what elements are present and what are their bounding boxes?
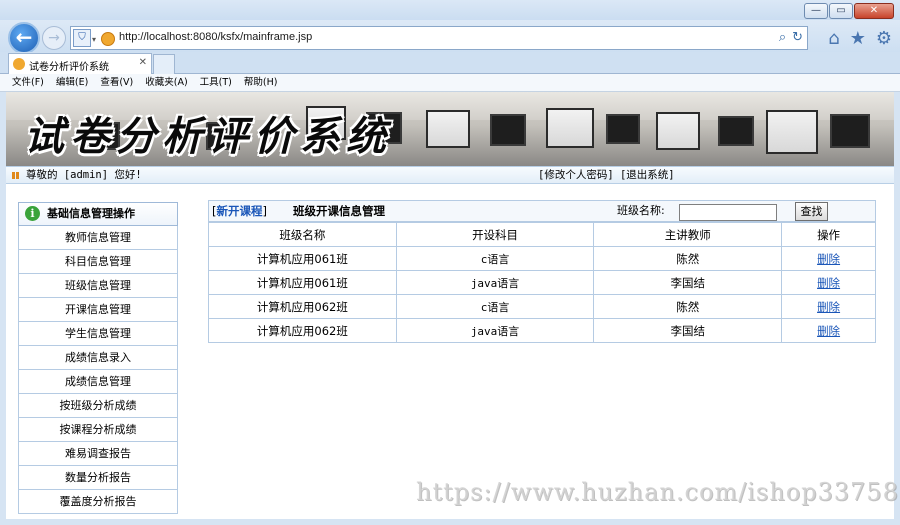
grid-icon <box>12 172 19 179</box>
search-button[interactable]: 查找 <box>795 202 828 221</box>
column-action: 操作 <box>781 222 876 247</box>
new-tab-button[interactable] <box>153 54 175 74</box>
close-tab-icon[interactable]: ✕ <box>139 57 147 68</box>
menu-help[interactable]: 帮助(H) <box>244 74 278 91</box>
gear-icon[interactable]: ⚙ <box>876 28 892 49</box>
delete-link[interactable]: 删除 <box>781 294 876 319</box>
cell-class: 计算机应用061班 <box>208 246 397 271</box>
sidebar-item-student[interactable]: 学生信息管理 <box>18 322 178 346</box>
menu-edit[interactable]: 编辑(E) <box>56 74 88 91</box>
table-row: 计算机应用062班 c语言 陈然 删除 <box>208 294 876 319</box>
address-bar[interactable]: ⛉ ▾ http://localhost:8080/ksfx/mainframe… <box>70 26 808 50</box>
back-button[interactable]: ← <box>8 22 40 54</box>
cell-subject: java语言 <box>395 318 595 343</box>
user-greeting: 尊敬的 [admin] 您好! <box>26 169 142 181</box>
system-title: 试卷分析评价系统 <box>24 113 392 160</box>
cell-subject: c语言 <box>395 246 595 271</box>
sidebar-item-coverage-report[interactable]: 覆盖度分析报告 <box>18 490 178 514</box>
cell-teacher: 李国结 <box>593 318 783 343</box>
new-course-link[interactable]: 新开课程 <box>217 204 263 218</box>
table-row: 计算机应用062班 java语言 李国结 删除 <box>208 318 876 343</box>
cell-subject: java语言 <box>395 270 595 295</box>
header-banner: 试卷分析评价系统 <box>6 92 894 166</box>
window-controls: — ▭ ✕ <box>804 3 894 19</box>
cell-teacher: 李国结 <box>593 270 783 295</box>
arrow-right-icon: → <box>48 30 60 46</box>
column-subject: 开设科目 <box>395 222 595 247</box>
address-url[interactable]: http://localhost:8080/ksfx/mainframe.jsp <box>119 31 312 43</box>
sidebar-item-subject[interactable]: 科目信息管理 <box>18 250 178 274</box>
menu-bar: 文件(F) 编辑(E) 查看(V) 收藏夹(A) 工具(T) 帮助(H) <box>0 74 900 92</box>
new-course-wrapper: [新开课程] <box>212 204 267 218</box>
sidebar-item-teacher[interactable]: 教师信息管理 <box>18 226 178 250</box>
forward-button[interactable]: → <box>42 26 66 50</box>
search-icon[interactable]: ⌕ <box>779 30 786 45</box>
page-title: 班级开课信息管理 <box>293 204 385 218</box>
class-name-search-input[interactable] <box>679 204 777 221</box>
chevron-down-icon[interactable]: ▾ <box>92 35 96 44</box>
delete-link[interactable]: 删除 <box>781 270 876 295</box>
tab-favicon-icon <box>13 58 25 70</box>
browser-navbar: ← → ⛉ ▾ http://localhost:8080/ksfx/mainf… <box>0 20 900 54</box>
minimize-button[interactable]: — <box>804 3 828 19</box>
main-header: [新开课程] 班级开课信息管理 班级名称: 查找 <box>208 200 876 222</box>
cell-class: 计算机应用062班 <box>208 318 397 343</box>
compat-shield-icon[interactable]: ⛉ <box>73 29 91 47</box>
cell-class: 计算机应用062班 <box>208 294 397 319</box>
delete-link[interactable]: 删除 <box>781 246 876 271</box>
close-window-button[interactable]: ✕ <box>854 3 894 19</box>
sidebar-item-difficulty-report[interactable]: 难易调查报告 <box>18 442 178 466</box>
sidebar: i 基础信息管理操作 教师信息管理 科目信息管理 班级信息管理 开课信息管理 学… <box>18 202 178 514</box>
page-content: 试卷分析评价系统 尊敬的 [admin] 您好! [修改个人密码] [退出系统]… <box>6 92 898 519</box>
tab-title: 试卷分析评价系统 <box>29 62 109 73</box>
tab-bar: 试卷分析评价系统 ✕ <box>0 52 900 74</box>
info-icon: i <box>25 206 40 221</box>
favicon-icon <box>101 32 115 46</box>
cell-teacher: 陈然 <box>593 246 783 271</box>
sidebar-item-score-entry[interactable]: 成绩信息录入 <box>18 346 178 370</box>
sidebar-item-analysis-by-course[interactable]: 按课程分析成绩 <box>18 418 178 442</box>
table-header-row: 班级名称 开设科目 主讲教师 操作 <box>208 222 876 247</box>
arrow-left-icon: ← <box>15 25 33 49</box>
account-links[interactable]: [修改个人密码] [退出系统] <box>538 167 675 183</box>
main-panel: [新开课程] 班级开课信息管理 班级名称: 查找 班级名称 开设科目 主讲教师 … <box>208 200 876 343</box>
window-titlebar: — ▭ ✕ <box>0 0 900 22</box>
maximize-button[interactable]: ▭ <box>829 3 853 19</box>
sidebar-item-class[interactable]: 班级信息管理 <box>18 274 178 298</box>
search-label: 班级名称: <box>617 204 665 217</box>
column-class: 班级名称 <box>208 222 397 247</box>
table-row: 计算机应用061班 c语言 陈然 删除 <box>208 246 876 271</box>
sidebar-item-analysis-by-class[interactable]: 按班级分析成绩 <box>18 394 178 418</box>
sidebar-item-course[interactable]: 开课信息管理 <box>18 298 178 322</box>
tab-active[interactable]: 试卷分析评价系统 ✕ <box>8 53 152 74</box>
sidebar-item-score-manage[interactable]: 成绩信息管理 <box>18 370 178 394</box>
browser-tools: ⌂ ★ ⚙ <box>828 28 892 49</box>
home-icon[interactable]: ⌂ <box>828 28 839 49</box>
address-tools: ⌕ ↻ <box>779 30 803 45</box>
user-bar: 尊敬的 [admin] 您好! [修改个人密码] [退出系统] <box>6 166 894 184</box>
menu-tools[interactable]: 工具(T) <box>200 74 232 91</box>
delete-link[interactable]: 删除 <box>781 318 876 343</box>
cell-subject: c语言 <box>395 294 595 319</box>
watermark-text: https://www.huzhan.com/ishop33758 <box>416 478 899 506</box>
refresh-icon[interactable]: ↻ <box>792 30 803 45</box>
menu-file[interactable]: 文件(F) <box>12 74 44 91</box>
cell-class: 计算机应用061班 <box>208 270 397 295</box>
sidebar-item-quantity-report[interactable]: 数量分析报告 <box>18 466 178 490</box>
menu-view[interactable]: 查看(V) <box>100 74 133 91</box>
menu-favorites[interactable]: 收藏夹(A) <box>145 74 187 91</box>
cell-teacher: 陈然 <box>593 294 783 319</box>
sidebar-heading: i 基础信息管理操作 <box>18 202 178 226</box>
table-row: 计算机应用061班 java语言 李国结 删除 <box>208 270 876 295</box>
column-teacher: 主讲教师 <box>593 222 783 247</box>
sidebar-heading-label: 基础信息管理操作 <box>47 207 135 220</box>
course-table: 班级名称 开设科目 主讲教师 操作 计算机应用061班 c语言 陈然 删除 计算… <box>208 222 876 343</box>
star-icon[interactable]: ★ <box>850 28 866 49</box>
